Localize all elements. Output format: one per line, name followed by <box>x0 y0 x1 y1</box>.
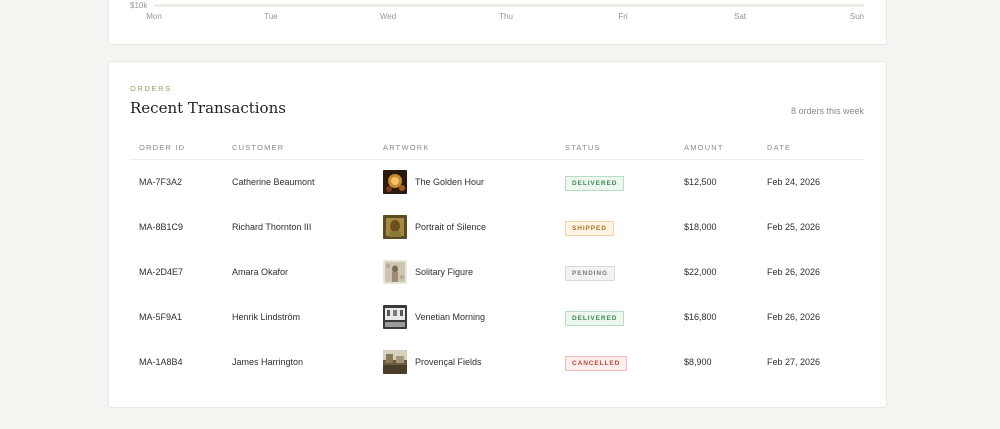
table-row[interactable]: MA-1A8B4 James Harrington Provençal Fields… <box>130 340 864 385</box>
section-eyebrow: ORDERS <box>130 84 172 93</box>
chart-x-tick: Thu <box>499 12 513 21</box>
artwork-title: Provençal Fields <box>415 357 482 367</box>
status-badge: PENDING <box>565 266 615 281</box>
chart-x-tick: Sat <box>733 12 747 21</box>
section-title: Recent Transactions <box>130 99 286 117</box>
order-date: Feb 27, 2026 <box>767 357 821 367</box>
recent-transactions-card: ORDERS Recent Transactions 8 orders this… <box>108 61 887 408</box>
order-amount: $16,800 <box>684 312 717 322</box>
customer-name: Catherine Beaumont <box>232 177 315 187</box>
order-id: MA-1A8B4 <box>139 357 183 367</box>
chart-x-axis: Mon Tue Wed Thu Fri Sat Sun <box>109 12 886 24</box>
order-amount: $18,000 <box>684 222 717 232</box>
table-row[interactable]: MA-7F3A2 Catherine Beaumont The Golden Hou… <box>130 160 864 205</box>
chart-x-tick: Tue <box>264 12 278 21</box>
status-badge: DELIVERED <box>565 176 625 191</box>
customer-name: Richard Thornton III <box>232 222 312 232</box>
revenue-chart-card: $10k Mon Tue Wed Thu Fri Sat Sun <box>108 0 887 45</box>
order-id: MA-8B1C9 <box>139 222 184 232</box>
transactions-table: ORDER ID CUSTOMER ARTWORK STATUS AMOUNT … <box>130 138 864 385</box>
order-date: Feb 26, 2026 <box>767 267 821 277</box>
artwork-title: Solitary Figure <box>415 267 474 277</box>
provencal-fields-thumbnail <box>383 350 407 374</box>
column-header-customer[interactable]: CUSTOMER <box>232 143 284 152</box>
chart-x-tick: Fri <box>618 12 628 21</box>
golden-hour-thumbnail <box>383 170 407 194</box>
column-header-status[interactable]: STATUS <box>565 143 601 152</box>
order-date: Feb 26, 2026 <box>767 312 821 322</box>
customer-name: Amara Okafor <box>232 267 289 277</box>
chart-y-tick: $10k <box>130 1 148 10</box>
table-row[interactable]: MA-8B1C9 Richard Thornton III Portrait of … <box>130 205 864 250</box>
column-header-order-id[interactable]: ORDER ID <box>139 143 185 152</box>
order-amount: $12,500 <box>684 177 717 187</box>
order-amount: $8,900 <box>684 357 712 367</box>
order-date: Feb 24, 2026 <box>767 177 821 187</box>
table-body: MA-7F3A2 Catherine Beaumont The Golden Hou… <box>130 160 864 385</box>
status-badge: CANCELLED <box>565 356 628 371</box>
orders-count: 8 orders this week <box>790 106 864 116</box>
customer-name: Henrik Lindström <box>232 312 301 322</box>
venetian-morning-thumbnail <box>383 305 407 329</box>
column-header-artwork[interactable]: ARTWORK <box>383 143 430 152</box>
table-row[interactable]: MA-5F9A1 Henrik Lindström Venetian Morning… <box>130 295 864 340</box>
column-header-date[interactable]: DATE <box>767 143 791 152</box>
chart-x-tick: Wed <box>379 12 397 21</box>
portrait-of-silence-thumbnail <box>383 215 407 239</box>
order-id: MA-2D4E7 <box>139 267 184 277</box>
artwork-title: The Golden Hour <box>415 177 485 187</box>
chart-x-tick: Sun <box>849 12 865 21</box>
artwork-title: Portrait of Silence <box>415 222 487 232</box>
customer-name: James Harrington <box>232 357 304 367</box>
solitary-figure-thumbnail <box>383 260 407 284</box>
order-amount: $22,000 <box>684 267 717 277</box>
column-header-amount[interactable]: AMOUNT <box>684 143 724 152</box>
status-badge: SHIPPED <box>565 221 614 236</box>
artwork-title: Venetian Morning <box>415 312 486 322</box>
order-date: Feb 25, 2026 <box>767 222 821 232</box>
table-header: ORDER ID CUSTOMER ARTWORK STATUS AMOUNT … <box>130 138 864 160</box>
order-id: MA-5F9A1 <box>139 312 183 322</box>
status-badge: DELIVERED <box>565 311 625 326</box>
chart-baseline <box>154 4 864 7</box>
order-id: MA-7F3A2 <box>139 177 183 187</box>
chart-x-tick: Mon <box>146 12 162 21</box>
table-row[interactable]: MA-2D4E7 Amara Okafor Solitary Figure PENDI… <box>130 250 864 295</box>
